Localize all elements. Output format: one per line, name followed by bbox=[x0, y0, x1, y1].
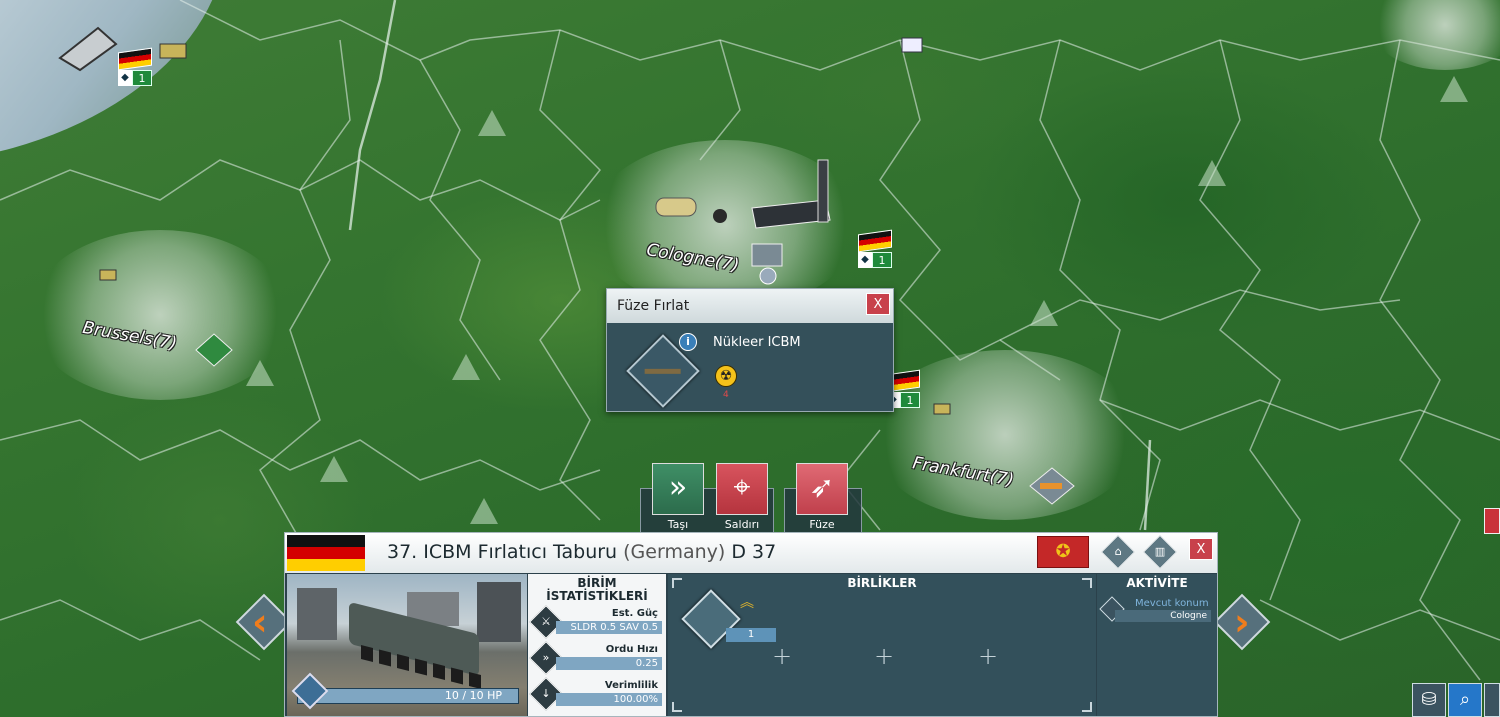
info-icon[interactable]: i bbox=[679, 333, 697, 351]
unit-count: 1 bbox=[872, 252, 892, 268]
units-section: BİRLİKLER ︽ 1 + + + bbox=[668, 574, 1096, 716]
unit-photo: 10 / 10 HP bbox=[287, 574, 527, 716]
faction-emblem-icon: ✪ bbox=[1037, 536, 1089, 568]
add-unit-slot-icon[interactable]: + bbox=[772, 642, 792, 670]
forest-marker bbox=[1198, 160, 1226, 186]
rank-chevron-icon: ︽ bbox=[740, 595, 754, 611]
naval-base-icon[interactable] bbox=[58, 26, 118, 72]
forest-marker bbox=[452, 354, 480, 380]
unit-code: D 37 bbox=[731, 541, 777, 563]
germany-flag-icon bbox=[858, 229, 892, 253]
database-icon: ⛁ bbox=[1421, 689, 1437, 710]
frankfurt-building-icon[interactable] bbox=[1029, 467, 1075, 505]
unit-country: (Germany) bbox=[623, 541, 726, 563]
unit-stats: BİRİM İSTATİSTİKLERİ ⚔ Est. Güç SLDR 0.5… bbox=[528, 574, 666, 716]
forest-marker bbox=[1030, 300, 1058, 326]
activity-title: AKTİVİTE bbox=[1126, 576, 1188, 590]
frame-corner bbox=[672, 702, 682, 712]
attack-label: Saldırı bbox=[724, 518, 760, 531]
frame-corner bbox=[1082, 702, 1092, 712]
add-unit-slot-icon[interactable]: + bbox=[978, 642, 998, 670]
stat-row-strength: ⚔ Est. Güç SLDR 0.5 SAV 0.5 bbox=[529, 605, 662, 639]
unit-name: 37. ICBM Fırlatıcı Taburu bbox=[387, 541, 618, 563]
search-icon: ⌕ bbox=[1459, 689, 1471, 710]
arrow-left-icon: ‹ bbox=[252, 600, 268, 644]
database-button[interactable]: ⛁ bbox=[1412, 683, 1446, 717]
stats-title-line2: İSTATİSTİKLERİ bbox=[546, 589, 648, 603]
search-button[interactable]: ⌕ bbox=[1448, 683, 1482, 717]
move-button[interactable]: » bbox=[652, 463, 704, 515]
factory-icon[interactable] bbox=[751, 243, 783, 285]
soldier-icon-brussels[interactable] bbox=[99, 269, 117, 281]
unit-count: 1 bbox=[900, 392, 920, 408]
hp-text: 10 / 10 HP bbox=[444, 689, 502, 702]
germany-flag-icon bbox=[287, 535, 365, 571]
location-label: Mevcut konum bbox=[1135, 598, 1209, 609]
panel-close-button[interactable]: X bbox=[1189, 538, 1213, 560]
missile-name: Nükleer ICBM bbox=[713, 335, 801, 350]
icbm-launcher-map-icon[interactable] bbox=[713, 159, 831, 229]
cannon-icon[interactable] bbox=[159, 43, 187, 59]
unit-type-icon: ◆ bbox=[858, 252, 872, 268]
building-shape bbox=[297, 588, 337, 640]
unit-marker-germany-north[interactable]: ◆ 1 bbox=[118, 47, 154, 88]
buildings-icon[interactable]: ▥ bbox=[1143, 535, 1177, 569]
next-unit-button[interactable]: › bbox=[1213, 592, 1271, 652]
move-label: Taşı bbox=[667, 518, 689, 531]
dialog-title: Füze Fırlat bbox=[617, 298, 690, 314]
forest-marker bbox=[470, 498, 498, 524]
unit-info-panel: 37. ICBM Fırlatıcı Taburu (Germany) D 37… bbox=[284, 532, 1218, 717]
location-value: Cologne bbox=[1115, 610, 1211, 622]
unit-panel-header: 37. ICBM Fırlatıcı Taburu (Germany) D 37… bbox=[285, 533, 1217, 573]
add-unit-slot-icon[interactable]: + bbox=[874, 642, 894, 670]
crosshair-icon: ⌖ bbox=[733, 470, 751, 505]
soldier-icon-frankfurt[interactable] bbox=[933, 403, 951, 415]
stat-row-speed: » Ordu Hızı 0.25 bbox=[529, 641, 662, 675]
building-shape bbox=[477, 582, 521, 642]
stat-label: Est. Güç bbox=[611, 608, 658, 619]
activity-location-row[interactable]: Mevcut konum Cologne bbox=[1099, 596, 1211, 624]
unit-marker-germany-cologne[interactable]: ◆ 1 bbox=[858, 229, 894, 270]
unit-type-icon: ◆ bbox=[118, 70, 132, 86]
unit-slot-icbm[interactable]: ︽ 1 bbox=[681, 589, 776, 652]
truck-icon[interactable] bbox=[901, 37, 923, 53]
brussels-building-icon[interactable] bbox=[195, 333, 233, 367]
supply-tanks-icon[interactable] bbox=[655, 197, 697, 217]
hp-bar: 10 / 10 HP bbox=[297, 688, 519, 704]
arrow-right-icon: › bbox=[1234, 600, 1250, 644]
forest-marker bbox=[1440, 76, 1468, 102]
stat-label: Ordu Hızı bbox=[605, 644, 658, 655]
missile-icon: ➶ bbox=[809, 470, 835, 505]
stat-value: 0.25 bbox=[556, 657, 662, 670]
forest-marker bbox=[478, 110, 506, 136]
nuclear-icon: ☢ bbox=[715, 365, 737, 387]
frame-corner bbox=[672, 578, 682, 588]
forest-marker bbox=[320, 456, 348, 482]
unit-title: 37. ICBM Fırlatıcı Taburu (Germany) D 37 bbox=[387, 541, 776, 563]
units-title: BİRLİKLER bbox=[847, 576, 917, 590]
frame-corner bbox=[1082, 578, 1092, 588]
stat-label: Verimlilik bbox=[604, 680, 658, 691]
launch-missile-dialog: Füze Fırlat X i Nükleer ICBM ☢ 4 bbox=[606, 288, 894, 412]
activity-section: AKTİVİTE Mevcut konum Cologne bbox=[1097, 574, 1217, 716]
stat-row-efficiency: ↓ Verimlilik 100.00% bbox=[529, 677, 662, 711]
missile-label: Füze bbox=[809, 518, 835, 531]
dialog-header: Füze Fırlat bbox=[607, 289, 893, 323]
germany-flag-icon bbox=[118, 47, 152, 71]
attack-button[interactable]: ⌖ bbox=[716, 463, 768, 515]
chevrons-right-icon: » bbox=[668, 470, 688, 505]
missile-count: 4 bbox=[723, 390, 729, 400]
missile-button[interactable]: ➶ bbox=[796, 463, 848, 515]
previous-unit-button[interactable]: ‹ bbox=[235, 592, 293, 652]
stat-value: SLDR 0.5 SAV 0.5 bbox=[556, 621, 662, 634]
city-icon[interactable]: ⌂ bbox=[1101, 535, 1135, 569]
stat-value: 100.00% bbox=[556, 693, 662, 706]
menu-edge-button[interactable] bbox=[1484, 683, 1500, 717]
dialog-close-button[interactable]: X bbox=[866, 293, 890, 315]
forest-marker bbox=[246, 360, 274, 386]
edge-marker-icon[interactable] bbox=[1484, 508, 1500, 534]
unit-count: 1 bbox=[132, 70, 152, 86]
stats-title: BİRİM İSTATİSTİKLERİ bbox=[528, 577, 666, 603]
unit-slot-count: 1 bbox=[726, 628, 776, 642]
